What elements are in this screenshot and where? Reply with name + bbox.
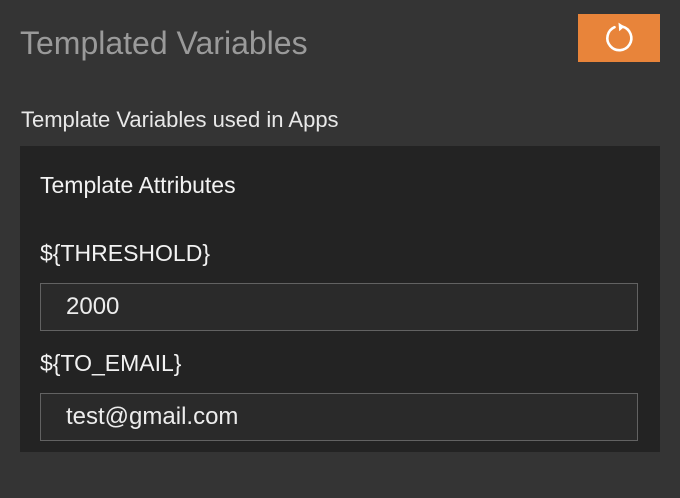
threshold-input[interactable]: [40, 283, 638, 331]
to-email-label: ${TO_EMAIL}: [40, 350, 182, 376]
to-email-input[interactable]: [40, 393, 638, 441]
refresh-button[interactable]: [578, 14, 660, 62]
templated-variables-panel: Templated Variables Template Variables u…: [0, 0, 680, 498]
template-attributes-heading: Template Attributes: [40, 172, 236, 198]
page-title: Templated Variables: [20, 25, 308, 61]
section-subtitle: Template Variables used in Apps: [21, 107, 339, 132]
threshold-label: ${THRESHOLD}: [40, 240, 211, 266]
template-attributes-box: Template Attributes ${THRESHOLD} ${TO_EM…: [20, 146, 660, 452]
refresh-icon: [601, 20, 637, 56]
